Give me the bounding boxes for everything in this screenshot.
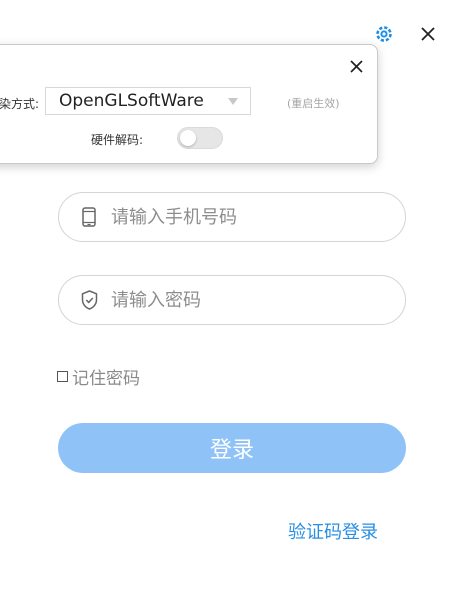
settings-popup: 渲染方式: OpenGLSoftWare (重启生效) 硬件解码:: [0, 44, 378, 164]
sms-code-login-link[interactable]: 验证码登录: [288, 518, 378, 544]
password-field: [58, 275, 406, 325]
window-close-button[interactable]: [414, 20, 442, 48]
close-icon: [349, 59, 363, 73]
restart-note: (重启生效): [287, 97, 340, 110]
hardware-decode-toggle[interactable]: [177, 127, 223, 149]
phone-icon: [79, 206, 99, 228]
settings-button[interactable]: [370, 20, 398, 48]
close-icon: [421, 27, 435, 41]
popup-close-button[interactable]: [345, 55, 367, 77]
toggle-knob: [180, 130, 196, 146]
render-mode-value: OpenGLSoftWare: [59, 91, 204, 111]
hardware-decode-label: 硬件解码:: [91, 133, 144, 147]
remember-password-label: 记住密码: [72, 369, 140, 389]
password-input[interactable]: [109, 288, 383, 312]
shield-check-icon: [79, 289, 99, 311]
render-mode-select[interactable]: OpenGLSoftWare: [45, 87, 251, 115]
gear-icon: [376, 26, 392, 42]
login-button[interactable]: 登录: [58, 423, 406, 473]
render-mode-label: 渲染方式:: [0, 97, 39, 111]
chevron-down-icon: [228, 97, 238, 105]
phone-input[interactable]: [109, 205, 383, 229]
remember-password-checkbox[interactable]: 记住密码: [57, 364, 140, 389]
checkbox-box: [57, 371, 68, 382]
phone-field: [58, 192, 406, 242]
